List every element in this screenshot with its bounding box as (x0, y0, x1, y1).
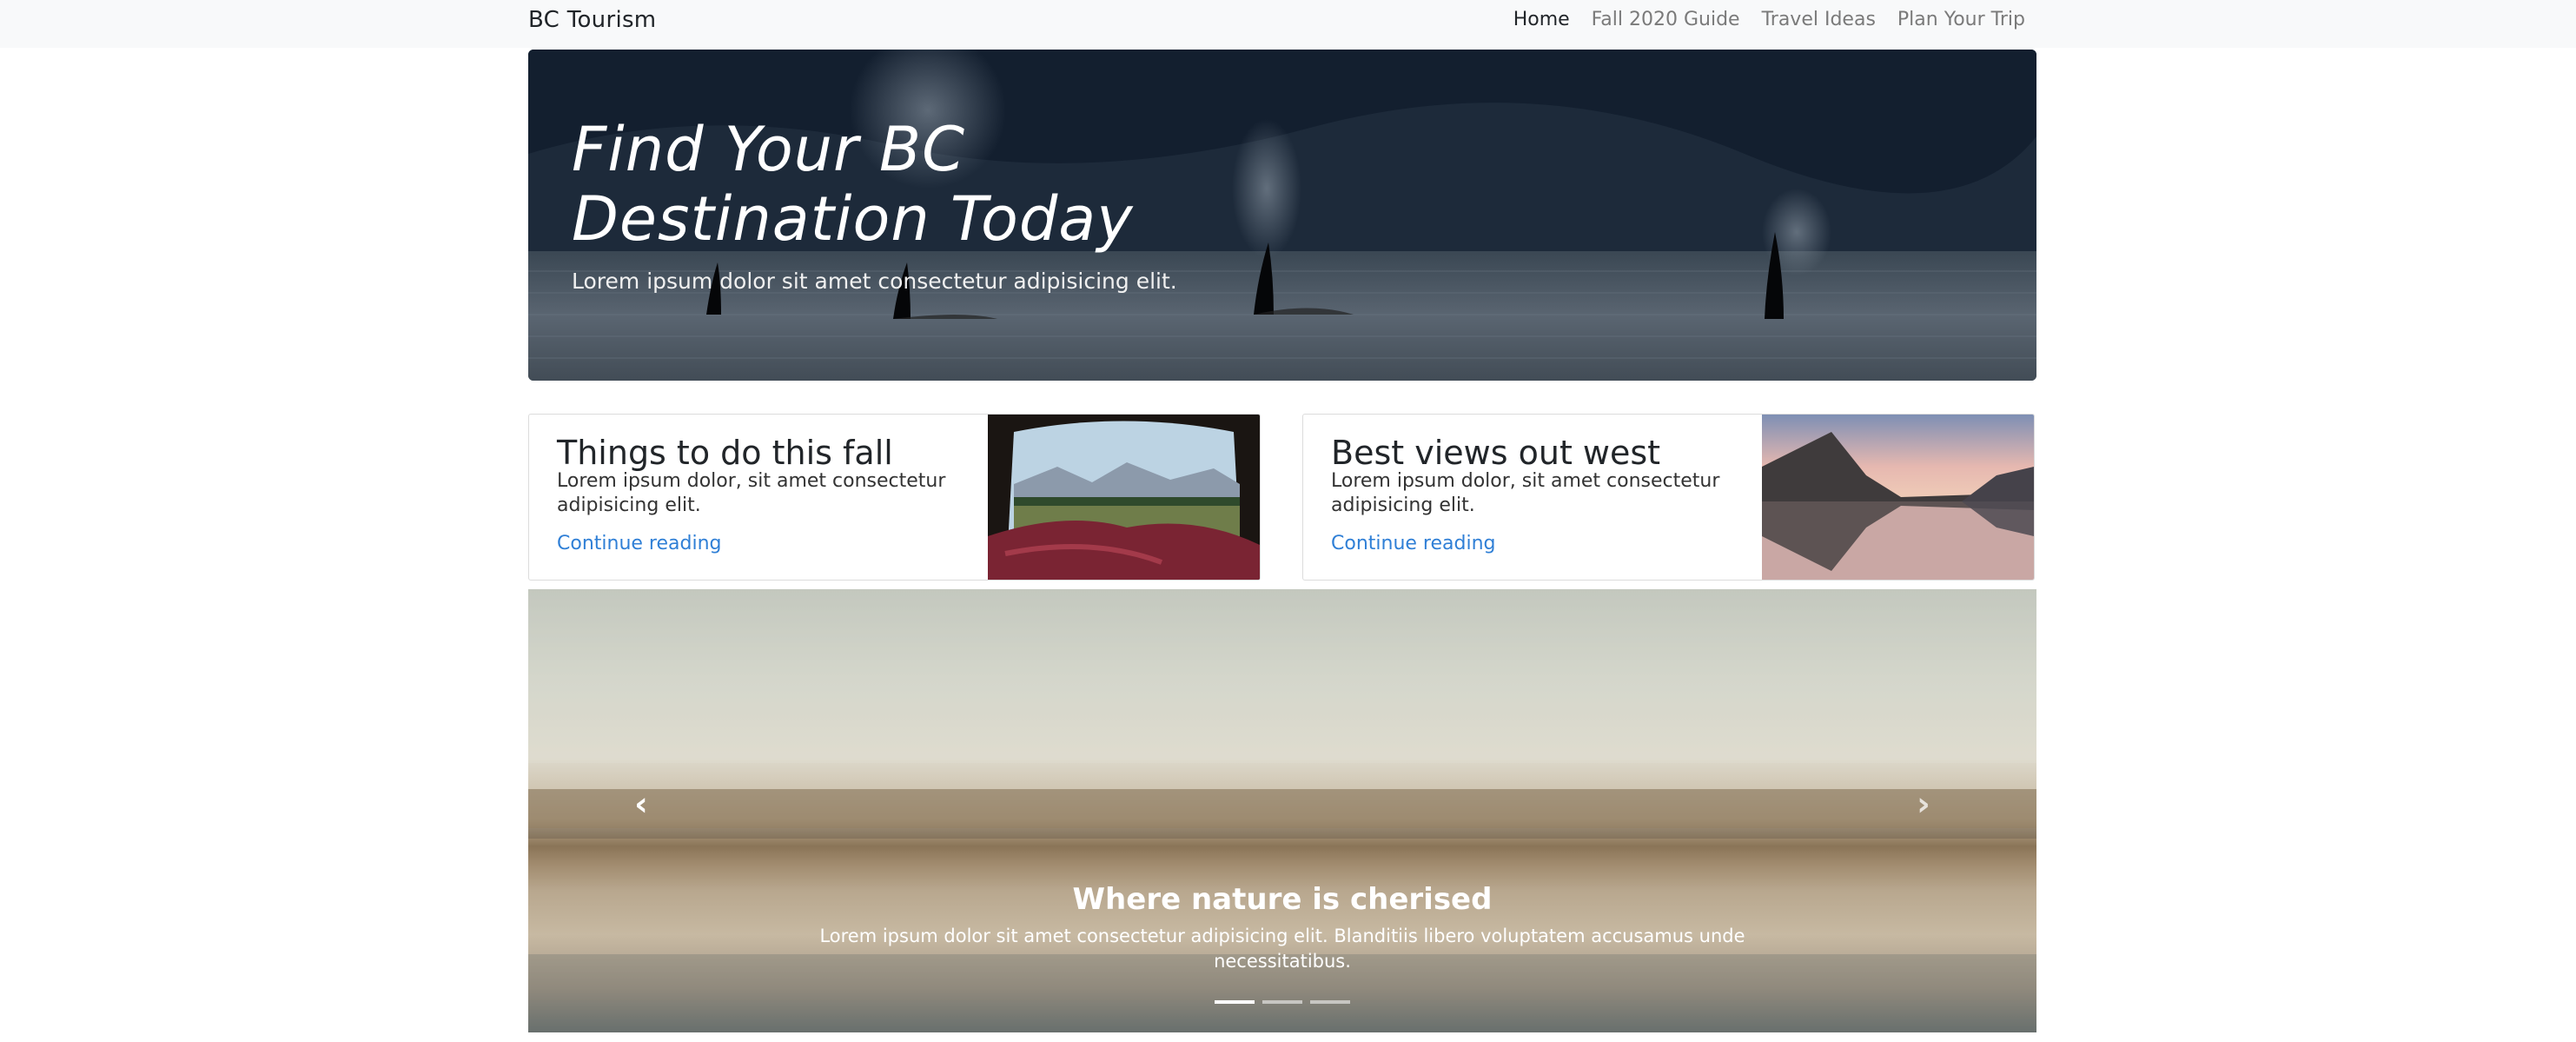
card-best-views: Best views out west Lorem ipsum dolor, s… (1302, 414, 2035, 581)
chevron-left-icon: ‹ (634, 785, 648, 823)
hero-subtitle: Lorem ipsum dolor sit amet consectetur a… (572, 269, 1177, 294)
brand-logo[interactable]: BC Tourism (528, 7, 656, 33)
hero-title-line1: Find Your BC (572, 114, 965, 185)
card-lake-image (1762, 415, 2034, 580)
card-text: Lorem ipsum dolor, sit amet consectetur … (557, 470, 946, 516)
nav-link-travel-ideas[interactable]: Travel Ideas (1762, 9, 1876, 30)
carousel-indicator-3[interactable] (1310, 1000, 1350, 1004)
card-van-image (988, 415, 1260, 580)
carousel-indicator-2[interactable] (1262, 1000, 1302, 1004)
carousel-indicators (528, 1000, 2036, 1004)
nav-link-home[interactable]: Home (1513, 9, 1570, 30)
hero-banner: Find Your BC Destination Today Lorem ips… (528, 50, 2036, 381)
chevron-right-icon: › (1917, 785, 1930, 823)
carousel-indicator-1[interactable] (1215, 1000, 1255, 1004)
card-things-to-do: Things to do this fall Lorem ipsum dolor… (528, 414, 1261, 581)
continue-reading-link[interactable]: Continue reading (1331, 533, 1495, 554)
carousel-caption-title: Where nature is cherised (1072, 882, 1493, 917)
navbar: BC Tourism Home Fall 2020 Guide Travel I… (0, 0, 2576, 48)
carousel: ‹ › Where nature is cherised Lorem ipsum… (528, 589, 2036, 1032)
card-title: Things to do this fall (557, 434, 893, 472)
carousel-caption-text: Lorem ipsum dolor sit amet consectetur a… (819, 926, 1745, 972)
card-text: Lorem ipsum dolor, sit amet consectetur … (1331, 470, 1720, 516)
hero-title-line2: Destination Today (572, 183, 1134, 255)
nav-links: Home Fall 2020 Guide Travel Ideas Plan Y… (1492, 9, 2025, 30)
nav-link-plan-trip[interactable]: Plan Your Trip (1897, 9, 2025, 30)
carousel-prev-button[interactable]: ‹ (628, 787, 654, 820)
carousel-next-button[interactable]: › (1910, 787, 1937, 820)
card-title: Best views out west (1331, 434, 1661, 472)
continue-reading-link[interactable]: Continue reading (557, 533, 721, 554)
hero-title: Find Your BC Destination Today (572, 115, 1134, 254)
nav-link-fall-guide[interactable]: Fall 2020 Guide (1592, 9, 1740, 30)
